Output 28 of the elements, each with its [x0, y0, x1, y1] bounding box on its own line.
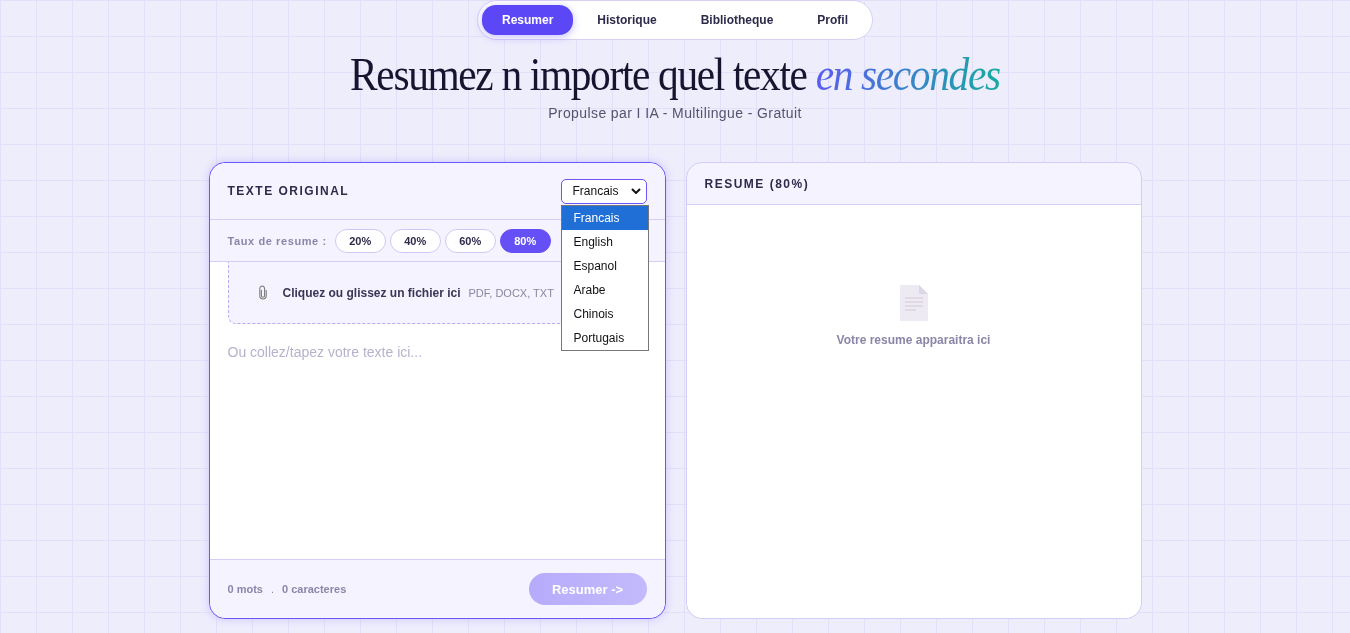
empty-message: Votre resume apparaitra ici: [836, 333, 991, 347]
language-option[interactable]: Francais: [561, 205, 648, 230]
word-count: 0 mots: [227, 583, 263, 595]
language-select[interactable]: Francais: [560, 178, 647, 204]
page-title: Resumez n importe quel texte en secondes: [350, 48, 1000, 101]
character-count: 0 caracteres: [282, 583, 347, 595]
panel-title: RESUME (80%): [704, 176, 810, 191]
chevron-down-icon: [630, 188, 641, 194]
rate-chip[interactable]: 20%: [334, 228, 386, 253]
nav-tab[interactable]: Historique: [577, 5, 677, 35]
language-option[interactable]: English: [561, 229, 648, 254]
rate-chip[interactable]: 40%: [389, 228, 441, 253]
rate-label: Taux de resume :: [227, 234, 327, 247]
rate-chip[interactable]: 60%: [444, 228, 496, 253]
panel-title: TEXTE ORIGINAL: [227, 184, 350, 198]
document-icon: [899, 285, 928, 321]
language-option[interactable]: Chinois: [561, 301, 648, 326]
nav-tab[interactable]: Resumer: [481, 5, 574, 35]
dropzone-label: Cliquez ou glissez un fichier ici: [282, 285, 461, 300]
nav-tab[interactable]: Bibliotheque: [680, 5, 794, 35]
language-option[interactable]: Portugais: [561, 325, 648, 350]
rate-chip[interactable]: 80%: [499, 228, 551, 253]
paperclip-icon: [258, 285, 267, 300]
subtitle: Propulse par I IA - Multilingue - Gratuit: [548, 105, 802, 121]
language-option[interactable]: Arabe: [561, 277, 648, 302]
nav-tab[interactable]: Profil: [797, 5, 868, 35]
separator-dot: .: [270, 583, 275, 595]
file-formats: PDF, DOCX, TXT: [468, 286, 554, 299]
